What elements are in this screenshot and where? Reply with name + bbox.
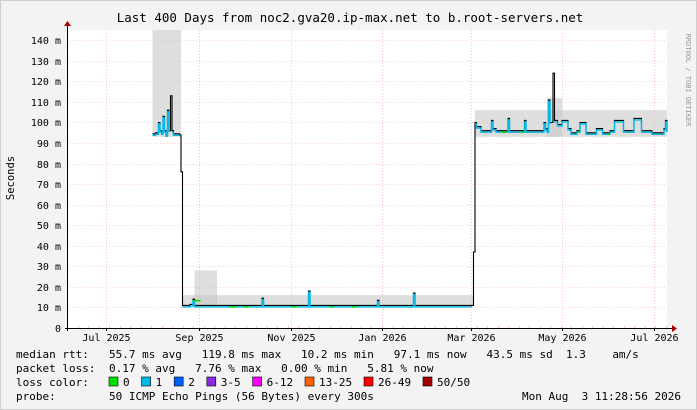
loss-legend-swatch (108, 376, 119, 387)
rrdtool-credit: RRDTOOL / TOBI OETIKER (684, 34, 692, 128)
timestamp: Mon Aug 3 11:28:56 2026 (522, 390, 681, 403)
median-rtt-label: median rtt: (16, 348, 89, 361)
probe-description: 50 ICMP Echo Pings (56 Bytes) every 300s (109, 390, 374, 403)
loss-legend-label: 2 (188, 376, 195, 389)
x-tick-label: Jul 2025 (82, 333, 130, 344)
y-tick-label: 100 m (31, 118, 61, 129)
y-tick-label: 70 m (37, 180, 61, 191)
x-tick-label: Mar 2026 (447, 333, 495, 344)
smoke-band (182, 295, 474, 307)
y-tick-label: 120 m (31, 77, 61, 88)
y-tick-label: 110 m (31, 98, 61, 109)
loss-legend-swatch (363, 376, 374, 387)
loss-legend-label: 6-12 (267, 376, 294, 389)
packet-loss-label: packet loss: (16, 362, 95, 375)
y-tick-label: 140 m (31, 36, 61, 47)
smokeping-chart: Last 400 Days from noc2.gva20.ip-max.net… (0, 0, 697, 410)
x-tick-label: May 2026 (538, 333, 586, 344)
y-tick-label: 10 m (37, 303, 61, 314)
loss-legend-label: 13-25 (319, 376, 352, 389)
loss-color-label: loss color: (16, 376, 89, 389)
packet-loss-values: 0.17 % avg 7.76 % max 0.00 % min 5.81 % … (109, 362, 434, 375)
loss-legend-label: 3-5 (221, 376, 241, 389)
loss-legend-label: 26-49 (378, 376, 411, 389)
x-tick-label: Nov 2025 (267, 333, 315, 344)
y-tick-label: 60 m (37, 201, 61, 212)
loss-legend-label: 50/50 (437, 376, 470, 389)
y-tick-label: 20 m (37, 283, 61, 294)
smoke-band (152, 30, 181, 137)
chart-title: Last 400 Days from noc2.gva20.ip-max.net… (117, 10, 584, 25)
x-tick-label: Sep 2025 (175, 333, 223, 344)
loss-legend-swatch (141, 376, 151, 387)
loss-legend-label: 1 (156, 376, 163, 389)
loss-legend-swatch (304, 376, 315, 387)
probe-label: probe: (16, 390, 56, 403)
y-tick-label: 80 m (37, 160, 61, 171)
y-tick-label: 90 m (37, 139, 61, 150)
y-tick-label: 130 m (31, 57, 61, 68)
loss-legend-swatch (422, 376, 433, 387)
y-tick-label: 40 m (37, 242, 61, 253)
x-tick-label: Jul 2026 (630, 333, 678, 344)
y-tick-label: 0 (55, 324, 61, 335)
y-tick-label: 50 m (37, 221, 61, 232)
median-rtt-values: 55.7 ms avg 119.8 ms max 10.2 ms min 97.… (109, 348, 639, 361)
y-axis-label: Seconds (5, 156, 17, 200)
loss-legend-swatch (252, 376, 262, 387)
y-tick-label: 30 m (37, 262, 61, 273)
loss-legend-swatch (173, 376, 184, 387)
x-tick-label: Jan 2026 (358, 333, 406, 344)
loss-legend-label: 0 (123, 376, 130, 389)
loss-legend-swatch (206, 376, 217, 387)
